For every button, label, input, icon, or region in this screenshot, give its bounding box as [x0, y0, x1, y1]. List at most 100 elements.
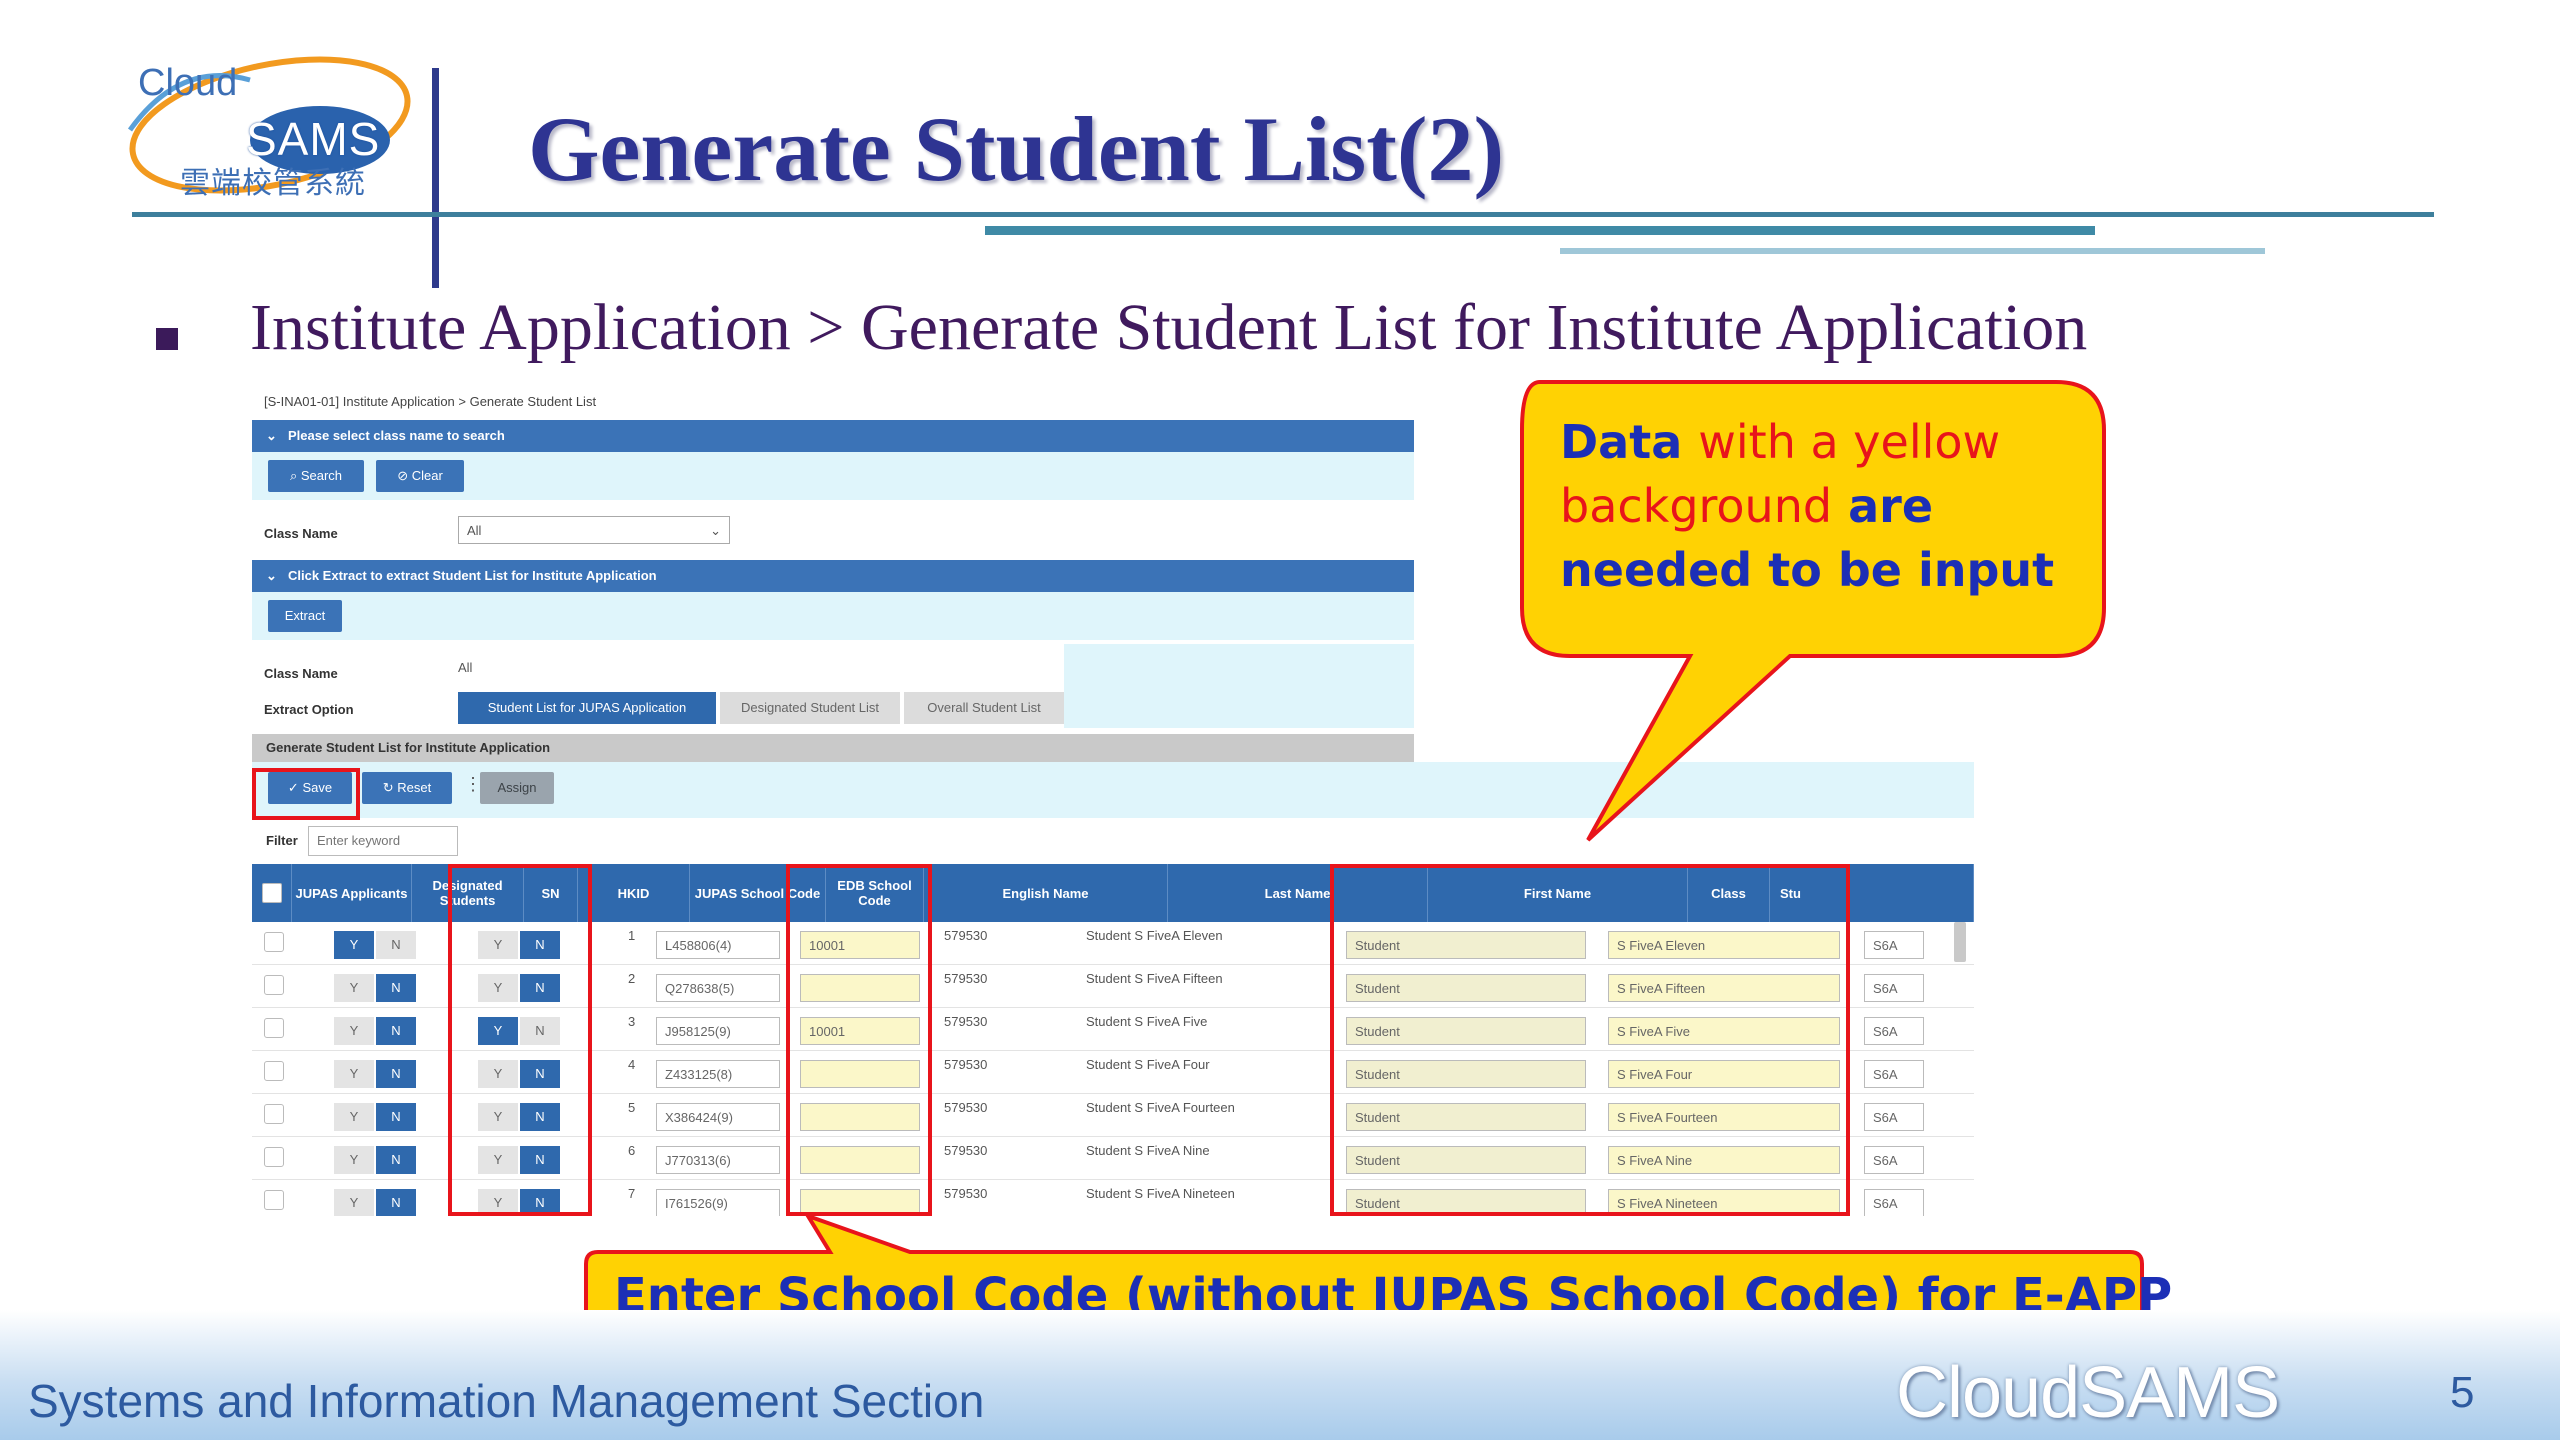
- page-title: Generate Student List(2): [528, 98, 1505, 200]
- row-sn: 5: [628, 1100, 636, 1115]
- col-jupas-applicants: JUPAS Applicants: [292, 864, 412, 922]
- select-all-header: [252, 864, 292, 922]
- search-section-title: Please select class name to search: [288, 428, 505, 443]
- row-sn: 2: [628, 971, 636, 986]
- reset-icon: ↻: [382, 780, 394, 795]
- title-rule-light: [1560, 248, 2265, 254]
- row-checkbox[interactable]: [264, 1018, 284, 1038]
- option-overall-list[interactable]: Overall Student List: [904, 692, 1064, 724]
- hkid-field[interactable]: J958125(9): [656, 1017, 780, 1045]
- jupas-applicant-no-toggle[interactable]: N: [376, 931, 416, 959]
- assign-button[interactable]: Assign: [480, 772, 554, 804]
- edb-school-code: 579530: [944, 1014, 988, 1029]
- extract-button[interactable]: Extract: [268, 600, 342, 632]
- search-button[interactable]: ⌕ Search: [268, 460, 364, 492]
- jupas-applicant-yes-toggle[interactable]: Y: [334, 1189, 374, 1216]
- clear-button-label: Clear: [411, 468, 443, 483]
- edb-school-code: 579530: [944, 928, 988, 943]
- select-all-checkbox[interactable]: [261, 883, 282, 903]
- jupas-applicant-no-toggle[interactable]: N: [376, 1103, 416, 1131]
- row-checkbox[interactable]: [264, 1147, 284, 1167]
- chevron-down-icon: ⌄: [266, 428, 277, 443]
- clear-button[interactable]: ⊘ Clear: [376, 460, 464, 492]
- filter-input[interactable]: [308, 826, 458, 856]
- jupas-applicant-yes-toggle[interactable]: Y: [334, 1146, 374, 1174]
- chevron-down-icon: ⌄: [266, 568, 277, 583]
- bullet-icon: [156, 328, 178, 350]
- jupas-applicant-yes-toggle[interactable]: Y: [334, 931, 374, 959]
- class-field[interactable]: S6A: [1864, 931, 1924, 959]
- jupas-applicant-yes-toggle[interactable]: Y: [334, 1060, 374, 1088]
- edb-school-code: 579530: [944, 971, 988, 986]
- hkid-field[interactable]: L458806(4): [656, 931, 780, 959]
- option-jupas-application[interactable]: Student List for JUPAS Application: [458, 692, 716, 724]
- hkid-field[interactable]: X386424(9): [656, 1103, 780, 1131]
- reset-button-label: Reset: [397, 780, 432, 795]
- search-icon: ⌕: [289, 468, 298, 483]
- row-checkbox[interactable]: [264, 1190, 284, 1210]
- hkid-field[interactable]: J770313(6): [656, 1146, 780, 1174]
- logo-cloud-text: Cloud: [138, 62, 238, 104]
- jupas-applicant-yes-toggle[interactable]: Y: [334, 1103, 374, 1131]
- breadcrumb: [S-INA01-01] Institute Application > Gen…: [264, 394, 597, 409]
- save-highlight: [252, 768, 360, 820]
- jupas-applicant-yes-toggle[interactable]: Y: [334, 974, 374, 1002]
- hkid-field[interactable]: Z433125(8): [656, 1060, 780, 1088]
- class-field[interactable]: S6A: [1864, 974, 1924, 1002]
- english-name: Student S FiveA Five: [1086, 1014, 1208, 1029]
- english-name: Student S FiveA Nineteen: [1086, 1186, 1235, 1201]
- jupas-applicant-no-toggle[interactable]: N: [376, 1060, 416, 1088]
- class-field[interactable]: S6A: [1864, 1060, 1924, 1088]
- footer-section-name: Systems and Information Management Secti…: [28, 1375, 985, 1427]
- col-english-name: English Name: [924, 864, 1168, 922]
- row-sn: 6: [628, 1143, 636, 1158]
- chevron-down-icon: ⌄: [710, 523, 721, 538]
- generate-section-title: Generate Student List for Institute Appl…: [252, 734, 1414, 762]
- english-name: Student S FiveA Eleven: [1086, 928, 1223, 943]
- jupas-applicant-no-toggle[interactable]: N: [376, 1146, 416, 1174]
- extract-toolbar: Extract: [252, 592, 1414, 640]
- row-sn: 7: [628, 1186, 636, 1201]
- jupas-applicant-yes-toggle[interactable]: Y: [334, 1017, 374, 1045]
- row-checkbox[interactable]: [264, 975, 284, 995]
- edb-school-code: 579530: [944, 1057, 988, 1072]
- jupas-applicant-no-toggle[interactable]: N: [376, 974, 416, 1002]
- row-checkbox[interactable]: [264, 1104, 284, 1124]
- english-name: Student S FiveA Fifteen: [1086, 971, 1223, 986]
- class-name-select-value: All: [467, 523, 482, 538]
- edb-school-code: 579530: [944, 1186, 988, 1201]
- class-name-select[interactable]: All ⌄: [458, 516, 730, 544]
- search-section-header[interactable]: ⌄ Please select class name to search: [252, 420, 1414, 452]
- extract-section-title: Click Extract to extract Student List fo…: [288, 568, 657, 583]
- class-name-label: Class Name: [264, 526, 338, 541]
- option-designated-list[interactable]: Designated Student List: [720, 692, 900, 724]
- logo-chinese-text: 雲端校管系統: [180, 167, 366, 200]
- page-number: 5: [2450, 1368, 2475, 1417]
- title-divider: [432, 68, 439, 288]
- extract-option-label: Extract Option: [264, 702, 354, 717]
- reset-button[interactable]: ↻ Reset: [362, 772, 452, 804]
- jupas-applicant-no-toggle[interactable]: N: [376, 1017, 416, 1045]
- jupas-applicant-no-toggle[interactable]: N: [376, 1189, 416, 1216]
- col-hkid: HKID: [578, 864, 690, 922]
- jupas-code-column-highlight: [786, 864, 932, 1216]
- english-name: Student S FiveA Four: [1086, 1057, 1210, 1072]
- class-field[interactable]: S6A: [1864, 1017, 1924, 1045]
- row-checkbox[interactable]: [264, 1061, 284, 1081]
- edb-school-code: 579530: [944, 1143, 988, 1158]
- english-name: Student S FiveA Fourteen: [1086, 1100, 1235, 1115]
- extract-section-header[interactable]: ⌄ Click Extract to extract Student List …: [252, 560, 1414, 592]
- class-field[interactable]: S6A: [1864, 1103, 1924, 1131]
- extract-form-tint: [1064, 644, 1414, 728]
- class-field[interactable]: S6A: [1864, 1146, 1924, 1174]
- search-toolbar: ⌕ Search ⊘ Clear: [252, 452, 1414, 500]
- extract-class-name-value: All: [458, 660, 473, 675]
- row-checkbox[interactable]: [264, 932, 284, 952]
- row-sn: 3: [628, 1014, 636, 1029]
- filter-label: Filter: [266, 833, 298, 848]
- cloudsams-logo: Cloud SAMS 雲端校管系統: [120, 40, 420, 210]
- english-name: Student S FiveA Nine: [1086, 1143, 1210, 1158]
- search-button-label: Search: [300, 468, 343, 483]
- vertical-scrollbar[interactable]: [1954, 922, 1966, 962]
- hkid-field[interactable]: Q278638(5): [656, 974, 780, 1002]
